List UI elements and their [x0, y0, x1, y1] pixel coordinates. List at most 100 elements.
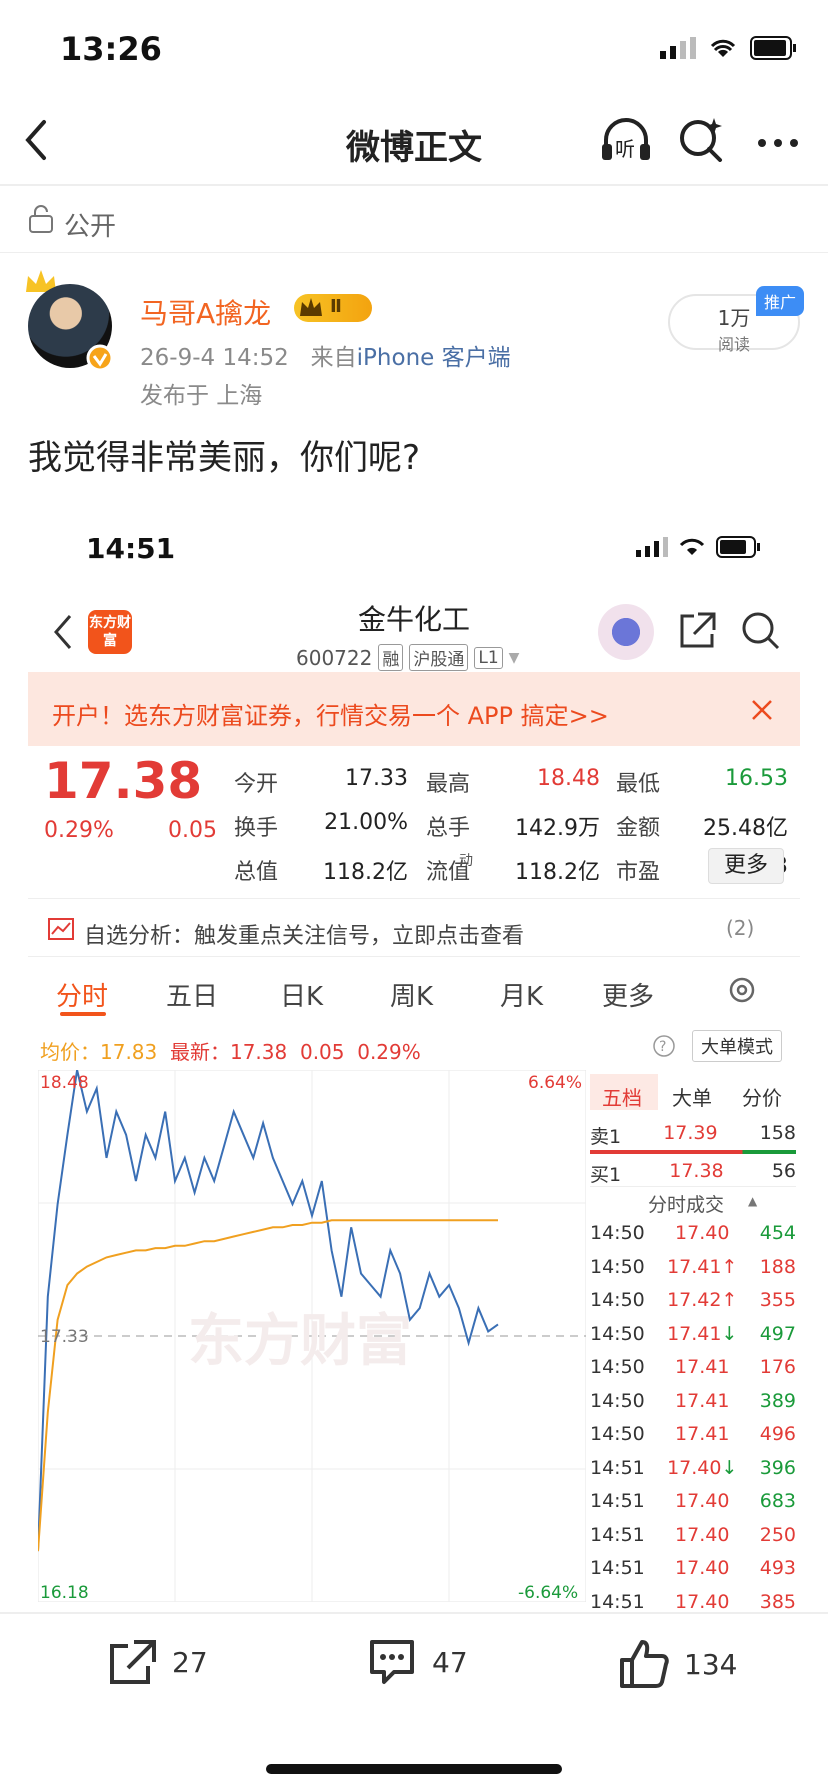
- latest-change: 0.05: [299, 1040, 345, 1064]
- trade-volume: 250: [759, 1523, 796, 1546]
- post-location: 发布于 上海: [140, 383, 263, 409]
- promo-tag[interactable]: 推广: [756, 286, 805, 316]
- trade-price: 17.40: [675, 1557, 729, 1579]
- client-link[interactable]: iPhone 客户端: [357, 345, 511, 371]
- trade-row: 14:50 17.41↓ 497: [590, 1323, 796, 1345]
- image-signal-icon: [636, 537, 668, 557]
- current-price: 17.38: [44, 752, 203, 810]
- trade-row: 14:50 17.41 389: [590, 1390, 796, 1412]
- quote-value: 17.33: [345, 766, 408, 791]
- tab-intraday: 分时: [56, 982, 109, 1012]
- image-status-time: 14:51: [86, 532, 176, 565]
- quote-label: 市盈: [616, 860, 661, 885]
- order-label: 卖1: [590, 1126, 622, 1148]
- trade-row: 14:51 17.40↓ 396: [590, 1457, 796, 1479]
- trade-time: 14:50: [590, 1322, 645, 1345]
- latest-percent: 0.29%: [357, 1040, 421, 1064]
- quote-divider: [28, 898, 800, 899]
- order-volume: 158: [759, 1122, 796, 1144]
- quote-value: 118.2亿: [515, 860, 600, 885]
- chart-watermark: 东方财富: [188, 1309, 412, 1374]
- avg-value: 17.83: [100, 1040, 158, 1064]
- home-indicator: [266, 1764, 562, 1774]
- tag-connect: 沪股通: [409, 644, 469, 671]
- tab-daily-k: 日K: [280, 982, 324, 1012]
- trade-price-value: 17.40: [675, 1523, 730, 1546]
- trade-price: 17.40↓: [667, 1457, 737, 1479]
- chart-settings-icon: [726, 974, 758, 1010]
- order-ratio-bar: [590, 1150, 796, 1154]
- quote-label: 总手: [426, 816, 471, 841]
- trade-row: 14:50 17.41 496: [590, 1423, 796, 1445]
- comment-button[interactable]: 47: [366, 1638, 468, 1686]
- unlock-icon: [28, 204, 54, 238]
- like-button[interactable]: 134: [618, 1638, 737, 1690]
- quote-label: 最低: [616, 772, 661, 797]
- quote-value: 21.00%: [324, 810, 408, 835]
- order-buy-1: 买1 17.38 56: [590, 1160, 796, 1187]
- help-icon: ?: [652, 1034, 676, 1062]
- order-price: 17.39: [663, 1122, 718, 1144]
- signal-icon: [660, 37, 696, 59]
- trade-price: 17.41: [675, 1356, 729, 1378]
- trade-arrow: ↑: [721, 1289, 738, 1311]
- trade-volume: 188: [759, 1255, 796, 1278]
- post-time: 26-9-4 14:52: [140, 345, 289, 371]
- trade-row: 14:50 17.41 176: [590, 1356, 796, 1378]
- stock-code-row: 600722 融 沪股通 L1 ▼: [296, 644, 519, 671]
- axis-low-label: 16.18: [40, 1583, 89, 1602]
- status-time: 13:26: [60, 30, 162, 68]
- trade-time: 14:51: [590, 1557, 645, 1579]
- comment-count: 47: [432, 1645, 468, 1679]
- tab-five-day: 五日: [166, 982, 219, 1012]
- trade-price: 17.40: [675, 1591, 729, 1613]
- tag-level: L1: [474, 646, 503, 669]
- trade-price-value: 17.40: [675, 1557, 730, 1579]
- status-icons: [660, 36, 798, 60]
- pe-superscript: 动: [459, 853, 473, 869]
- level-number: Ⅱ: [330, 296, 342, 317]
- tab-more: 更多: [602, 982, 655, 1012]
- repost-icon: [110, 1640, 156, 1684]
- trade-volume: 454: [759, 1222, 796, 1244]
- trade-row: 14:51 17.40 683: [590, 1490, 796, 1512]
- average-line: [38, 1219, 498, 1552]
- trade-row: 14:50 17.41↑ 188: [590, 1256, 796, 1278]
- trades-caret-up-icon: ▲: [748, 1194, 758, 1208]
- trade-time: 14:51: [590, 1456, 645, 1479]
- trade-volume: 389: [759, 1389, 796, 1412]
- trade-price-value: 17.41: [675, 1356, 730, 1378]
- trade-price-value: 17.41: [667, 1255, 722, 1278]
- read-label: 阅读: [717, 335, 750, 354]
- trade-time: 14:51: [590, 1490, 645, 1512]
- listen-button[interactable]: 听: [598, 114, 654, 168]
- quote-value: 142.9万: [515, 816, 600, 841]
- panel-divider: [590, 1186, 796, 1187]
- trade-row: 14:50 17.40 454: [590, 1222, 796, 1244]
- trade-time: 14:51: [590, 1590, 645, 1613]
- avg-label: 均价：: [40, 1040, 100, 1064]
- more-options-button[interactable]: [756, 134, 800, 153]
- quote-label: 最高: [426, 772, 471, 797]
- repost-button[interactable]: 27: [106, 1638, 208, 1686]
- trade-price: 17.40: [675, 1524, 729, 1546]
- author-name[interactable]: 马哥A擒龙: [140, 292, 271, 332]
- search-button[interactable]: [678, 116, 724, 166]
- trade-price-value: 17.40: [675, 1590, 730, 1613]
- trade-price-value: 17.40: [675, 1222, 730, 1244]
- trade-price-value: 17.42: [667, 1289, 722, 1311]
- image-search-icon: [740, 610, 782, 656]
- wifi-icon: [710, 39, 736, 57]
- headphone-icon: 听: [602, 118, 650, 161]
- price-summary: 均价：17.83 最新：17.38 0.05 0.29%: [40, 1036, 421, 1065]
- trade-volume: 496: [759, 1423, 796, 1445]
- repost-count: 27: [172, 1645, 208, 1679]
- quote-value: 118.2亿: [323, 860, 408, 885]
- axis-low-pct-label: -6.64%: [518, 1583, 578, 1602]
- level-badge: Ⅱ: [294, 294, 372, 322]
- trade-time: 14:50: [590, 1423, 645, 1445]
- verified-badge-icon: [86, 344, 114, 376]
- from-prefix: 来自: [310, 345, 357, 371]
- order-label: 买1: [590, 1164, 622, 1186]
- more-dots-icon: [758, 139, 798, 147]
